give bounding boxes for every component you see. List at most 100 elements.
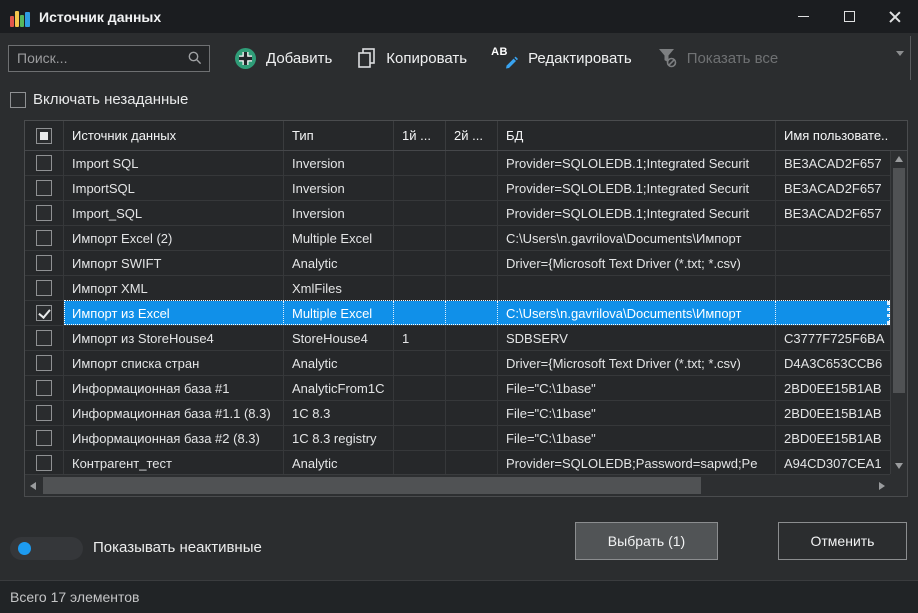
row-checkbox[interactable]	[36, 455, 52, 471]
row-checkbox[interactable]	[36, 255, 52, 271]
cell-type[interactable]: 1C 8.3 registry	[284, 426, 394, 450]
row-checkbox-cell[interactable]	[25, 326, 64, 350]
cell-db[interactable]: Driver={Microsoft Text Driver (*.txt; *.…	[498, 251, 776, 275]
row-checkbox-cell[interactable]	[25, 401, 64, 425]
table-row[interactable]: Import_SQLInversionProvider=SQLOLEDB.1;I…	[25, 201, 890, 226]
cell-type[interactable]: AnalyticFrom1C	[284, 376, 394, 400]
table-row[interactable]: Импорт списка странAnalyticDriver={Micro…	[25, 351, 890, 376]
cell-second[interactable]	[446, 401, 498, 425]
cell-first[interactable]	[394, 301, 446, 325]
row-checkbox[interactable]	[36, 180, 52, 196]
add-button[interactable]: Добавить	[234, 47, 332, 70]
cell-first[interactable]	[394, 276, 446, 300]
cell-db[interactable]: C:\Users\n.gavrilova\Documents\Импорт	[498, 226, 776, 250]
row-checkbox[interactable]	[36, 380, 52, 396]
cell-second[interactable]	[446, 376, 498, 400]
cell-source[interactable]: Импорт Excel (2)	[64, 226, 284, 250]
cell-username[interactable]	[776, 301, 890, 325]
cell-second[interactable]	[446, 326, 498, 350]
cell-type[interactable]: Analytic	[284, 251, 394, 275]
show-inactive-toggle[interactable]	[10, 537, 83, 560]
cell-second[interactable]	[446, 151, 498, 175]
cell-source[interactable]: Import SQL	[64, 151, 284, 175]
cell-source[interactable]: Импорт XML	[64, 276, 284, 300]
scroll-left-icon[interactable]	[25, 475, 41, 496]
cell-type[interactable]: 1C 8.3	[284, 401, 394, 425]
row-checkbox[interactable]	[36, 305, 52, 321]
cell-username[interactable]: 2BD0EE15B1AB	[776, 426, 890, 450]
table-row[interactable]: Информационная база #2 (8.3)1C 8.3 regis…	[25, 426, 890, 451]
header-db[interactable]: БД	[498, 121, 776, 150]
table-row[interactable]: Импорт XMLXmlFiles	[25, 276, 890, 301]
cell-source[interactable]: Import_SQL	[64, 201, 284, 225]
table-row[interactable]: Контрагент_тестAnalyticProvider=SQLOLEDB…	[25, 451, 890, 474]
cell-type[interactable]: Analytic	[284, 451, 394, 474]
row-checkbox-cell[interactable]	[25, 301, 64, 325]
table-row[interactable]: Import SQLInversion Provider=SQLOLEDB.1;I…	[25, 151, 890, 176]
row-checkbox-cell[interactable]	[25, 226, 64, 250]
row-checkbox[interactable]	[36, 330, 52, 346]
cell-type[interactable]: StoreHouse4	[284, 326, 394, 350]
table-row[interactable]: Информационная база #1AnalyticFrom1CFile…	[25, 376, 890, 401]
row-checkbox[interactable]	[36, 355, 52, 371]
include-unset-checkbox[interactable]	[10, 92, 26, 108]
cell-second[interactable]	[446, 251, 498, 275]
cell-first[interactable]	[394, 426, 446, 450]
vertical-scrollbar-thumb[interactable]	[893, 168, 905, 393]
cell-source[interactable]: ImportSQL	[64, 176, 284, 200]
cell-type[interactable]: Inversion	[284, 151, 394, 175]
cell-second[interactable]	[446, 176, 498, 200]
row-checkbox-cell[interactable]	[25, 376, 64, 400]
cell-second[interactable]	[446, 201, 498, 225]
cell-source[interactable]: Импорт SWIFT	[64, 251, 284, 275]
copy-button[interactable]: Копировать	[356, 47, 467, 69]
cell-source[interactable]: Импорт из StoreHouse4	[64, 326, 284, 350]
row-checkbox-cell[interactable]	[25, 276, 64, 300]
cell-username[interactable]: D4A3C653CCB6	[776, 351, 890, 375]
cell-first[interactable]	[394, 201, 446, 225]
search-box[interactable]	[8, 45, 210, 72]
cell-first[interactable]: 1	[394, 326, 446, 350]
cell-type[interactable]: Multiple Excel	[284, 301, 394, 325]
table-row[interactable]: Импорт из StoreHouse4StoreHouse41 SDBSERV…	[25, 326, 890, 351]
cell-db[interactable]: Provider=SQLOLEDB.1;Integrated Securit	[498, 151, 776, 175]
cell-db[interactable]: File="C:\1base"	[498, 401, 776, 425]
scroll-up-icon[interactable]	[891, 156, 907, 162]
table-row[interactable]: Информационная база #1.1 (8.3)1C 8.3File…	[25, 401, 890, 426]
close-button[interactable]	[872, 0, 918, 33]
cell-second[interactable]	[446, 351, 498, 375]
cell-username[interactable]: 2BD0EE15B1AB	[776, 376, 890, 400]
cell-first[interactable]	[394, 376, 446, 400]
include-unset-row[interactable]: Включать незаданные	[10, 91, 188, 108]
header-second[interactable]: 2й ...	[446, 121, 498, 150]
cell-username[interactable]: A94CD307CEA1	[776, 451, 890, 474]
cell-source[interactable]: Импорт списка стран	[64, 351, 284, 375]
cell-type[interactable]: XmlFiles	[284, 276, 394, 300]
row-checkbox[interactable]	[36, 155, 52, 171]
vertical-scrollbar[interactable]	[890, 151, 907, 474]
cell-username[interactable]: C3777F725F6BA	[776, 326, 890, 350]
cell-first[interactable]	[394, 226, 446, 250]
edit-button[interactable]: AB Редактировать	[491, 46, 632, 70]
cell-source[interactable]: Импорт из Excel	[64, 301, 284, 325]
table-row[interactable]: Импорт Excel (2)Multiple Excel C:\Users\n…	[25, 226, 890, 251]
cell-db[interactable]: Provider=SQLOLEDB.1;Integrated Securit	[498, 176, 776, 200]
row-checkbox-cell[interactable]	[25, 451, 64, 474]
cell-username[interactable]	[776, 226, 890, 250]
select-all-checkbox[interactable]	[36, 128, 52, 144]
cell-source[interactable]: Информационная база #2 (8.3)	[64, 426, 284, 450]
row-checkbox-cell[interactable]	[25, 176, 64, 200]
cell-second[interactable]	[446, 451, 498, 474]
cell-type[interactable]: Inversion	[284, 176, 394, 200]
cell-first[interactable]	[394, 401, 446, 425]
cell-first[interactable]	[394, 351, 446, 375]
cell-username[interactable]	[776, 276, 890, 300]
cell-db[interactable]: File="C:\1base"	[498, 426, 776, 450]
cancel-button[interactable]: Отменить	[778, 522, 907, 560]
cell-type[interactable]: Multiple Excel	[284, 226, 394, 250]
cell-db[interactable]: File="C:\1base"	[498, 376, 776, 400]
cell-db[interactable]: SDBSERV	[498, 326, 776, 350]
minimize-button[interactable]	[780, 0, 826, 33]
row-checkbox[interactable]	[36, 405, 52, 421]
scroll-down-icon[interactable]	[891, 463, 907, 469]
